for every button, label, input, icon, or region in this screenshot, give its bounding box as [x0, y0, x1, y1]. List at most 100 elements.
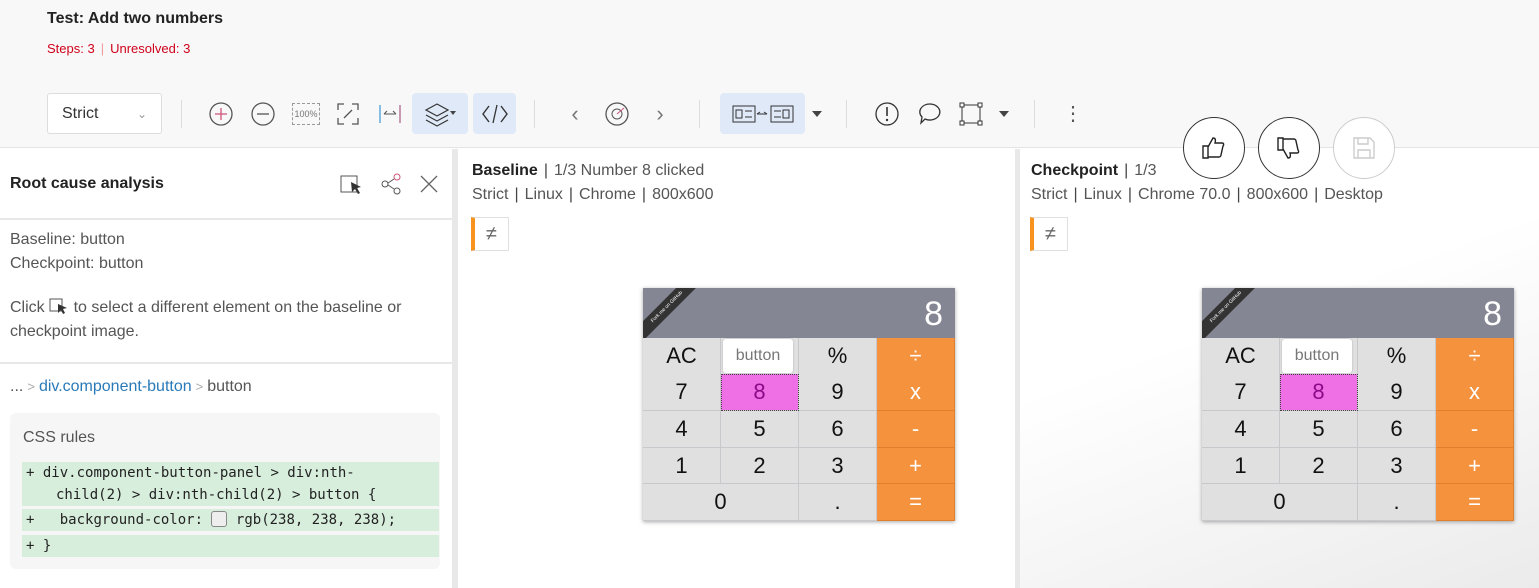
code-view-button[interactable]: [473, 93, 516, 134]
report-issue-button[interactable]: [870, 93, 904, 134]
compare-view-button[interactable]: [720, 93, 805, 134]
calc-key[interactable]: .: [1358, 484, 1436, 521]
target-icon: [605, 101, 629, 126]
comment-icon: [919, 102, 941, 125]
previous-step-button[interactable]: ‹: [560, 93, 590, 134]
calc-key[interactable]: 8: [1280, 374, 1358, 411]
share-button[interactable]: [380, 173, 402, 200]
step-overview-button[interactable]: [600, 93, 634, 134]
divider: [1034, 100, 1035, 128]
zoom-100-button[interactable]: 100%: [288, 93, 324, 134]
calc-key[interactable]: -: [877, 411, 955, 448]
calc-key[interactable]: 9: [799, 374, 877, 411]
checkpoint-image[interactable]: 8Fork me on GitHubAC+/-%÷789x456-123+0.=…: [1202, 288, 1514, 521]
caret-down-icon: [812, 110, 822, 117]
calc-key[interactable]: 7: [1202, 374, 1280, 411]
calc-key[interactable]: 5: [721, 411, 799, 448]
calc-key[interactable]: 2: [1280, 448, 1358, 484]
calc-key[interactable]: 4: [1202, 411, 1280, 448]
next-step-button[interactable]: ›: [645, 93, 675, 134]
panel-splitter[interactable]: [452, 149, 458, 588]
diff-toggle-button[interactable]: ≠: [471, 217, 509, 251]
steps-count: Steps: 3: [47, 41, 95, 56]
test-title: Test: Add two numbers: [47, 10, 223, 27]
calc-key[interactable]: %: [1358, 338, 1436, 375]
diff-line: + background-color: rgb(238, 238, 238);: [22, 509, 439, 531]
element-tooltip: button: [723, 339, 793, 373]
test-stats: Steps: 3 | Unresolved: 3: [47, 41, 191, 56]
checkpoint-meta: Strict | Linux | Chrome 70.0 | 800x600 | Desktop: [1031, 186, 1383, 204]
calc-key[interactable]: =: [1436, 484, 1514, 521]
add-remark-button[interactable]: [913, 93, 947, 134]
calc-key[interactable]: 6: [799, 411, 877, 448]
meta-item: Chrome 70.0: [1138, 186, 1231, 203]
calc-key[interactable]: 6: [1358, 411, 1436, 448]
separator: |: [1073, 186, 1078, 203]
meta-item: Linux: [1083, 186, 1122, 203]
meta-item: Desktop: [1324, 186, 1383, 203]
region-dropdown[interactable]: [995, 93, 1013, 134]
calc-key[interactable]: 5: [1280, 411, 1358, 448]
calc-key[interactable]: AC: [643, 338, 721, 375]
kebab-menu-icon: ⋮: [1063, 103, 1083, 125]
baseline-meta: Strict | Linux | Chrome | 800x600: [472, 186, 713, 204]
meta-item: Strict: [472, 186, 509, 203]
diff-line: + div.component-button-panel > div:nth-c…: [22, 462, 439, 506]
close-panel-button[interactable]: [419, 174, 439, 199]
calc-key[interactable]: ÷: [1436, 338, 1514, 375]
fit-icon: [337, 102, 359, 125]
calc-key[interactable]: 0: [1202, 484, 1358, 521]
baseline-element: Baseline: button: [10, 231, 125, 248]
breadcrumb: ... > div.component-button > button: [10, 378, 252, 396]
fit-width-icon: [379, 104, 401, 123]
reject-button[interactable]: [1258, 117, 1320, 179]
save-button[interactable]: [1333, 117, 1395, 179]
fit-button[interactable]: [330, 93, 366, 134]
divider: [0, 362, 452, 364]
chevron-left-icon: ‹: [571, 100, 579, 126]
calc-key[interactable]: %: [799, 338, 877, 375]
separator: |: [641, 186, 647, 203]
select-element-button[interactable]: [339, 173, 365, 202]
compare-view-dropdown[interactable]: [808, 93, 826, 134]
layers-icon: [424, 102, 456, 127]
zoom-out-button[interactable]: [245, 93, 281, 134]
calc-key[interactable]: x: [877, 374, 955, 411]
calc-key[interactable]: AC: [1202, 338, 1280, 375]
diff-toggle-button[interactable]: ≠: [1030, 217, 1068, 251]
breadcrumb-ellipsis[interactable]: ...: [10, 378, 23, 395]
calc-key[interactable]: .: [799, 484, 877, 521]
match-level-select[interactable]: Strict ⌄: [47, 93, 162, 134]
calc-key[interactable]: 1: [643, 448, 721, 484]
calc-key[interactable]: 4: [643, 411, 721, 448]
calc-key[interactable]: 8: [721, 374, 799, 411]
thumbs-up-icon: [1202, 137, 1225, 159]
css-rules-box: CSS rules + div.component-button-panel >…: [10, 413, 440, 569]
calc-key[interactable]: +: [1436, 448, 1514, 484]
calc-key[interactable]: ÷: [877, 338, 955, 375]
baseline-image[interactable]: 8Fork me on GitHubAC+/-%÷789x456-123+0.=…: [643, 288, 955, 521]
calc-key[interactable]: +: [877, 448, 955, 484]
calc-key[interactable]: 3: [799, 448, 877, 484]
accept-button[interactable]: [1183, 117, 1245, 179]
divider: [181, 100, 182, 128]
calc-key[interactable]: x: [1436, 374, 1514, 411]
fit-width-button[interactable]: [372, 93, 408, 134]
region-button[interactable]: [954, 93, 988, 134]
calc-key[interactable]: -: [1436, 411, 1514, 448]
calc-key[interactable]: 2: [721, 448, 799, 484]
calc-key[interactable]: 7: [643, 374, 721, 411]
divider: [699, 100, 700, 128]
more-menu-button[interactable]: ⋮: [1060, 93, 1086, 134]
calc-key[interactable]: 0: [643, 484, 799, 521]
breadcrumb-parent[interactable]: div.component-button: [39, 378, 192, 395]
calc-key[interactable]: =: [877, 484, 955, 521]
chevron-right-icon: ›: [656, 100, 664, 126]
layers-button[interactable]: [412, 93, 468, 134]
calculator-display: 8: [643, 288, 955, 338]
side-by-side-icon: [732, 105, 793, 122]
calc-key[interactable]: 9: [1358, 374, 1436, 411]
calc-key[interactable]: 1: [1202, 448, 1280, 484]
zoom-in-button[interactable]: [203, 93, 239, 134]
calc-key[interactable]: 3: [1358, 448, 1436, 484]
